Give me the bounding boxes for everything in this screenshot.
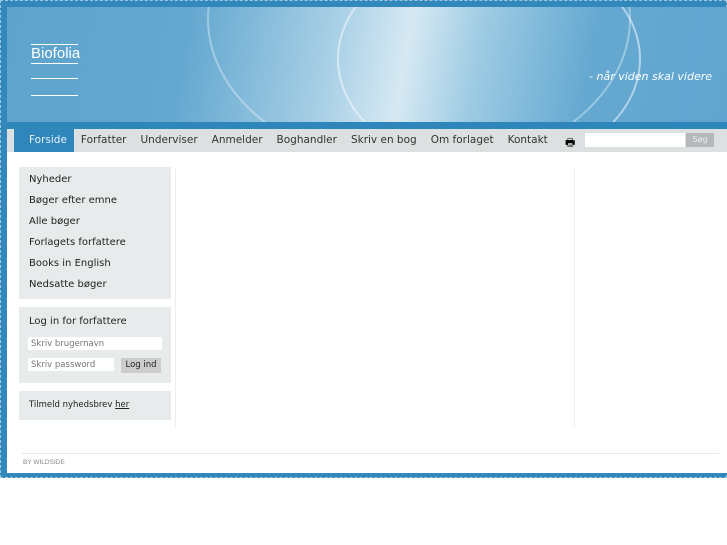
header-banner: Biofolia - når viden skal videre (7, 7, 727, 122)
nav-anmelder[interactable]: Anmelder (205, 129, 270, 152)
printer-icon[interactable]: 🖶 (565, 134, 575, 153)
sidebar-menu: Nyheder Bøger efter emne Alle bøger Forl… (19, 167, 171, 299)
search-button[interactable]: Søg (686, 133, 714, 147)
footer-divider (22, 453, 719, 454)
footer-byline[interactable]: BY WILDSIDE (23, 459, 65, 466)
nav-kontakt[interactable]: Kontakt (501, 129, 555, 152)
nav-forfatter[interactable]: Forfatter (74, 129, 134, 152)
newsletter-link[interactable]: her (115, 400, 129, 410)
sidebar-link-forfattere[interactable]: Forlagets forfattere (19, 232, 171, 253)
book-page-graphic (337, 7, 641, 122)
search-input[interactable] (585, 133, 685, 147)
logo[interactable]: Biofolia (31, 44, 80, 64)
sidebar-link-boger-efter-emne[interactable]: Bøger efter emne (19, 190, 171, 211)
logo-line (31, 95, 78, 96)
column-divider (175, 169, 176, 427)
nav-forside[interactable]: Forside (14, 129, 74, 152)
username-input[interactable] (28, 337, 162, 350)
tagline: - når viden skal videre (589, 70, 712, 83)
main-nav: Forside Forfatter Underviser Anmelder Bo… (7, 129, 727, 152)
logo-line (31, 78, 78, 79)
sidebar-link-alle-boger[interactable]: Alle bøger (19, 211, 171, 232)
login-box: Log in for forfattere Log ind (19, 307, 171, 383)
column-divider (574, 169, 575, 427)
nav-boghandler[interactable]: Boghandler (270, 129, 344, 152)
sidebar-link-books-in-english[interactable]: Books in English (19, 253, 171, 274)
newsletter-text: Tilmeld nyhedsbrev her (29, 400, 129, 410)
nav-underviser[interactable]: Underviser (133, 129, 204, 152)
password-input[interactable] (28, 358, 114, 371)
page-frame: Biofolia - når viden skal videre Forside… (0, 0, 727, 478)
newsletter-label: Tilmeld nyhedsbrev (29, 400, 116, 410)
newsletter-box: Tilmeld nyhedsbrev her (19, 391, 171, 420)
login-button[interactable]: Log ind (121, 358, 161, 373)
header-bar (7, 122, 727, 129)
sidebar-link-nedsatte-boger[interactable]: Nedsatte bøger (19, 274, 171, 295)
nav-skriv-en-bog[interactable]: Skriv en bog (344, 129, 424, 152)
page-content: Biofolia - når viden skal videre Forside… (7, 7, 727, 473)
login-title: Log in for forfattere (29, 316, 127, 327)
nav-om-forlaget[interactable]: Om forlaget (424, 129, 501, 152)
sidebar-link-nyheder[interactable]: Nyheder (19, 169, 171, 190)
